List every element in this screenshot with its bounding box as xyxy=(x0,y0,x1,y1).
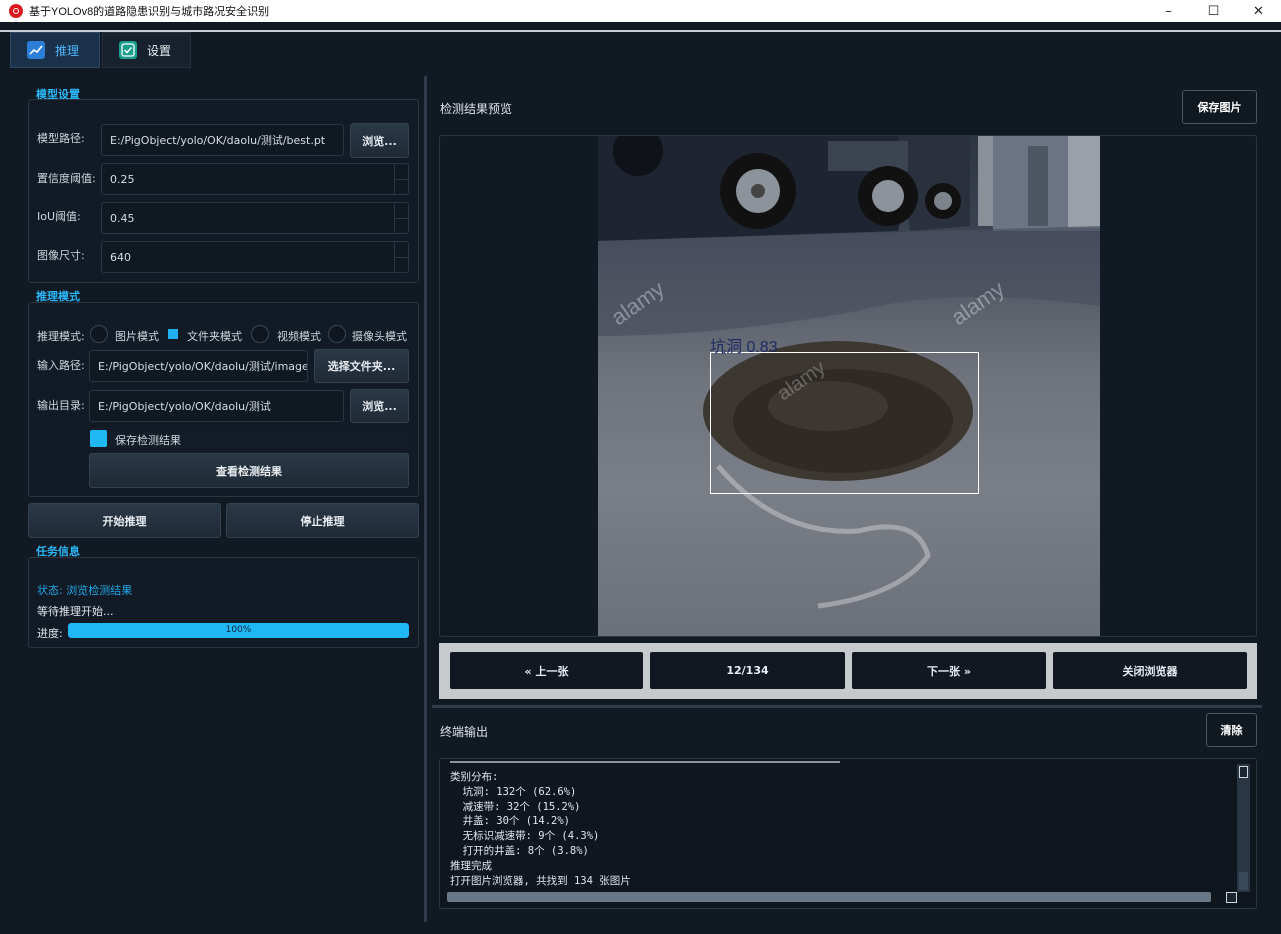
tab-bar: 推理 设置 xyxy=(0,32,1281,70)
radio-image-mode[interactable] xyxy=(90,325,108,343)
save-results-row[interactable]: 保存检测结果 xyxy=(89,430,409,448)
tab-inference-label: 推理 xyxy=(55,43,80,58)
terminal-hscroll-thumb[interactable] xyxy=(447,892,1211,902)
radio-image-mode-label[interactable]: 图片模式 xyxy=(115,328,159,344)
imgsz-spin-arrows[interactable] xyxy=(394,242,408,272)
vertical-splitter[interactable] xyxy=(424,76,427,922)
radio-camera-mode[interactable] xyxy=(328,325,346,343)
terminal-line: 坑洞: 132个 (62.6%) xyxy=(450,785,577,798)
output-dir-label: 输出目录: xyxy=(37,399,85,412)
maximize-icon[interactable]: ☐ xyxy=(1191,0,1236,22)
save-results-checkbox[interactable] xyxy=(90,430,107,447)
iou-spinbox[interactable]: 0.45 xyxy=(101,202,409,234)
output-browse-button[interactable]: 浏览... xyxy=(350,389,409,423)
output-dir-input[interactable]: E:/PigObject/yolo/OK/daolu/测试 xyxy=(89,390,344,422)
terminal-title: 终端输出 xyxy=(440,725,489,739)
mode-label: 推理模式: xyxy=(37,330,85,343)
iou-label: IoU阈值: xyxy=(37,210,81,223)
radio-video-mode[interactable] xyxy=(251,325,269,343)
detection-label: 坑洞 0.83 xyxy=(710,339,778,356)
terminal-text: 类别分布: 坑洞: 132个 (62.6%) 减速带: 32个 (15.2%) … xyxy=(450,770,631,888)
terminal-line: 打开的井盖: 8个 (3.8%) xyxy=(450,844,589,857)
radio-folder-mode-label[interactable]: 文件夹模式 xyxy=(187,328,242,344)
conf-label: 置信度阈值: xyxy=(37,172,96,185)
window-title: 基于YOLOv8的道路隐患识别与城市路况安全识别 xyxy=(29,6,270,18)
terminal-line: 无标识减速带: 9个 (4.3%) xyxy=(450,830,600,843)
model-path-input[interactable]: E:/PigObject/yolo/OK/daolu/测试/best.pt xyxy=(101,124,344,156)
terminal-line: 打开图片浏览器, 共找到 134 张图片 xyxy=(450,874,631,887)
imgsz-spinbox[interactable]: 640 xyxy=(101,241,409,273)
tab-settings-label: 设置 xyxy=(147,43,172,58)
terminal-output[interactable]: 类别分布: 坑洞: 132个 (62.6%) 减速带: 32个 (15.2%) … xyxy=(439,758,1257,909)
task-status: 状态: 浏览检测结果 xyxy=(37,584,133,597)
title-bar: 基于YOLOv8的道路隐患识别与城市路况安全识别 – ☐ ✕ xyxy=(0,0,1281,22)
checkbox-icon xyxy=(119,41,137,59)
terminal-line: 类别分布: xyxy=(450,771,499,783)
model-path-label: 模型路径: xyxy=(37,132,85,145)
progress-label: 进度: xyxy=(37,627,63,640)
stop-inference-button[interactable]: 停止推理 xyxy=(226,503,419,538)
conf-spinbox[interactable]: 0.25 xyxy=(101,163,409,195)
radio-camera-mode-label[interactable]: 摄像头模式 xyxy=(352,328,407,344)
terminal-line: 减速带: 32个 (15.2%) xyxy=(450,800,581,813)
terminal-line: 推理完成 xyxy=(450,859,492,872)
save-image-button[interactable]: 保存图片 xyxy=(1182,90,1257,124)
app-icon xyxy=(9,4,23,18)
scroll-up-icon[interactable] xyxy=(1239,766,1248,778)
conf-value: 0.25 xyxy=(110,172,135,186)
save-results-label[interactable]: 保存检测结果 xyxy=(115,432,181,448)
image-counter: 12/134 xyxy=(650,652,845,689)
start-inference-button[interactable]: 开始推理 xyxy=(28,503,221,538)
clear-terminal-button[interactable]: 清除 xyxy=(1206,713,1257,747)
horizontal-splitter[interactable] xyxy=(432,705,1262,708)
line-chart-icon xyxy=(27,41,45,59)
next-image-button[interactable]: 下一张 » xyxy=(852,652,1046,689)
close-browser-button[interactable]: 关闭浏览器 xyxy=(1053,652,1247,689)
select-folder-button[interactable]: 选择文件夹... xyxy=(314,349,409,383)
mode-radio-group: 图片模式 文件夹模式 视频模式 摄像头模式 xyxy=(90,325,410,343)
view-results-button[interactable]: 查看检测结果 xyxy=(89,453,409,488)
road-photo: alamy alamy alamy 坑洞 0.83 xyxy=(598,136,1100,636)
conf-spin-arrows[interactable] xyxy=(394,164,408,194)
terminal-scroll-thumb[interactable] xyxy=(1239,872,1248,890)
radio-folder-mode[interactable] xyxy=(168,329,178,339)
scroll-right-icon[interactable] xyxy=(1226,892,1237,903)
preview-title: 检测结果预览 xyxy=(440,102,513,116)
tab-settings[interactable]: 设置 xyxy=(102,32,191,68)
minimize-icon[interactable]: – xyxy=(1146,0,1191,22)
detection-box xyxy=(710,352,979,494)
close-icon[interactable]: ✕ xyxy=(1236,0,1281,22)
prev-image-button[interactable]: « 上一张 xyxy=(450,652,643,689)
iou-value: 0.45 xyxy=(110,211,135,225)
tab-inference[interactable]: 推理 xyxy=(10,32,100,68)
terminal-clipped-line xyxy=(450,759,1240,766)
progress-text: 100% xyxy=(225,625,252,635)
terminal-line: 井盖: 30个 (14.2%) xyxy=(450,815,571,828)
imgsz-label: 图像尺寸: xyxy=(37,249,85,262)
imgsz-value: 640 xyxy=(110,250,131,264)
radio-video-mode-label[interactable]: 视频模式 xyxy=(277,328,321,344)
progress-bar: 100% xyxy=(68,623,409,638)
input-path-input[interactable]: E:/PigObject/yolo/OK/daolu/测试/image xyxy=(89,350,308,382)
input-path-label: 输入路径: xyxy=(37,359,85,372)
model-browse-button[interactable]: 浏览... xyxy=(350,123,409,158)
task-message: 等待推理开始... xyxy=(37,605,114,618)
iou-spin-arrows[interactable] xyxy=(394,203,408,233)
